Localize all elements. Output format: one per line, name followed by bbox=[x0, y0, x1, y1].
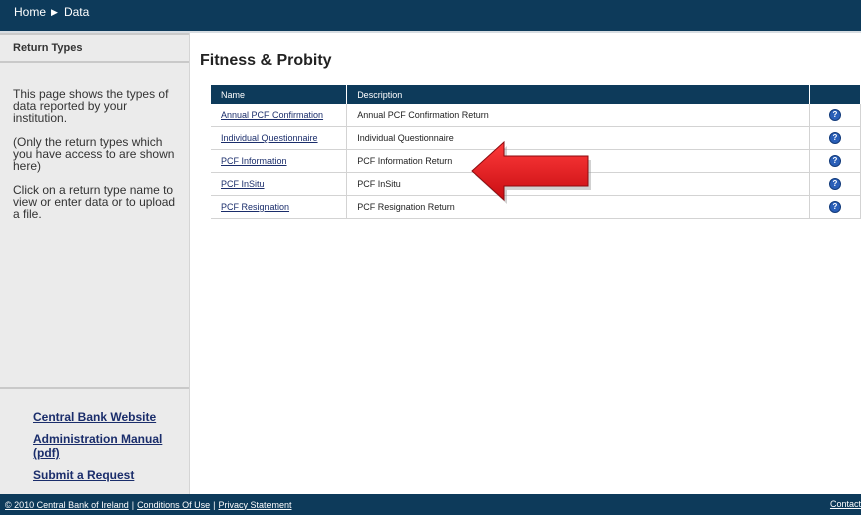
copyright-link[interactable]: © 2010 Central Bank of Ireland bbox=[5, 500, 129, 510]
sidebar-info-text: Click on a return type name to view or e… bbox=[13, 183, 176, 221]
submit-request-link[interactable]: Submit a Request bbox=[33, 468, 189, 482]
administration-manual-link[interactable]: Administration Manual (pdf) bbox=[33, 432, 189, 460]
help-icon[interactable]: ? bbox=[828, 155, 841, 167]
sidebar-info: This page shows the types of data report… bbox=[0, 63, 189, 220]
triangle-right-icon: ▶ bbox=[51, 7, 58, 17]
return-type-link[interactable]: PCF InSitu bbox=[221, 179, 265, 189]
return-type-description: Annual PCF Confirmation Return bbox=[346, 104, 810, 127]
breadcrumb-home[interactable]: Home bbox=[14, 5, 46, 19]
top-nav-bar: Home ▶ Data bbox=[0, 0, 861, 33]
privacy-statement-link[interactable]: Privacy Statement bbox=[218, 500, 291, 510]
footer-bar: © 2010 Central Bank of Ireland | Conditi… bbox=[0, 494, 861, 515]
column-header-help bbox=[809, 85, 861, 104]
return-type-link[interactable]: PCF Information bbox=[221, 156, 287, 166]
sidebar-title: Return Types bbox=[0, 33, 189, 63]
column-header-description: Description bbox=[346, 85, 810, 104]
conditions-of-use-link[interactable]: Conditions Of Use bbox=[137, 500, 210, 510]
help-icon[interactable]: ? bbox=[828, 178, 841, 190]
table-row: Annual PCF Confirmation Annual PCF Confi… bbox=[211, 104, 861, 127]
page-title: Fitness & Probity bbox=[200, 52, 332, 69]
central-bank-website-link[interactable]: Central Bank Website bbox=[33, 410, 189, 424]
sidebar-info-text: This page shows the types of data report… bbox=[13, 87, 169, 125]
help-icon[interactable]: ? bbox=[828, 132, 841, 144]
table-header-row: Name Description bbox=[211, 85, 861, 104]
footer-separator: | bbox=[213, 499, 216, 510]
column-header-name: Name bbox=[211, 85, 348, 104]
return-type-link[interactable]: Annual PCF Confirmation bbox=[221, 110, 323, 120]
return-type-link[interactable]: PCF Resignation bbox=[221, 202, 289, 212]
breadcrumb-data[interactable]: Data bbox=[64, 5, 89, 19]
contact-link[interactable]: Contact bbox=[830, 499, 861, 509]
footer-separator: | bbox=[131, 499, 135, 510]
red-arrow-icon bbox=[471, 140, 591, 204]
sidebar: Return Types This page shows the types o… bbox=[0, 33, 190, 494]
sidebar-links: Central Bank Website Administration Manu… bbox=[33, 410, 189, 490]
return-type-link[interactable]: Individual Questionnaire bbox=[221, 133, 318, 143]
sidebar-info-text: (Only the return types which you have ac… bbox=[13, 135, 175, 173]
help-icon[interactable]: ? bbox=[828, 201, 841, 213]
help-icon[interactable]: ? bbox=[828, 109, 841, 121]
sidebar-divider bbox=[0, 387, 189, 389]
